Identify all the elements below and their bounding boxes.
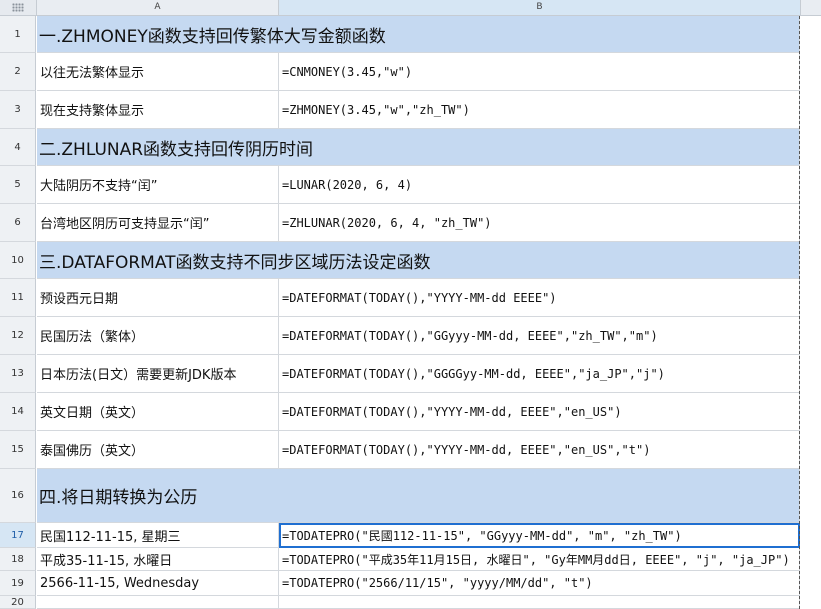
sheet-row: 6 台湾地区阴历可支持显示“闰” =ZHLUNAR(2020, 6, 4, "z… (0, 204, 821, 242)
cell-b[interactable] (279, 596, 800, 609)
sheet-row: 16 四.将日期转换为公历 (0, 469, 821, 523)
sheet-row: 13 日本历法(日文）需要更新JDK版本 =DATEFORMAT(TODAY()… (0, 355, 821, 393)
sheet-row: 17 民国112-11-15, 星期三 =TODATEPRO("民國112-11… (0, 523, 821, 548)
row-number[interactable]: 12 (0, 317, 36, 355)
sheet-row: 2 以往无法繁体显示 =CNMONEY(3.45,"w") (0, 53, 821, 91)
sheet-row: 15 泰国佛历（英文） =DATEFORMAT(TODAY(),"YYYY-MM… (0, 431, 821, 469)
cell-b[interactable]: =DATEFORMAT(TODAY(),"YYYY-MM-dd EEEE") (279, 279, 800, 317)
column-header-b[interactable]: B (279, 0, 801, 15)
cell-a[interactable]: 民国112-11-15, 星期三 (37, 523, 279, 548)
row-number[interactable]: 6 (0, 204, 36, 242)
row-number[interactable]: 5 (0, 166, 36, 204)
cell-a[interactable]: 民国历法（繁体） (37, 317, 279, 355)
sheet-row: 4 二.ZHLUNAR函数支持回传阴历时间 (0, 129, 821, 166)
cell-b[interactable]: =LUNAR(2020, 6, 4) (279, 166, 800, 204)
section-header-cell[interactable]: 二.ZHLUNAR函数支持回传阴历时间 (37, 129, 800, 166)
selected-cell-b[interactable]: =TODATEPRO("民國112-11-15", "GGyyy-MM-dd",… (279, 523, 800, 548)
cell-b[interactable]: =DATEFORMAT(TODAY(),"GGGGyy-MM-dd, EEEE"… (279, 355, 800, 393)
row-number[interactable]: 19 (0, 571, 36, 596)
cell-a[interactable]: 英文日期（英文） (37, 393, 279, 431)
cell-a[interactable]: 预设西元日期 (37, 279, 279, 317)
row-number[interactable]: 18 (0, 548, 36, 571)
row-number[interactable]: 10 (0, 242, 36, 279)
row-number[interactable]: 3 (0, 91, 36, 129)
row-number[interactable]: 17 (0, 523, 36, 548)
column-header-a[interactable]: A (37, 0, 279, 15)
cell-a[interactable]: 台湾地区阴历可支持显示“闰” (37, 204, 279, 242)
section-header-cell[interactable]: 一.ZHMONEY函数支持回传繁体大写金额函数 (37, 16, 800, 53)
row-number[interactable]: 1 (0, 16, 36, 53)
page-break-line (799, 16, 800, 609)
cell-a[interactable]: 泰国佛历（英文） (37, 431, 279, 469)
sheet-row: 11 预设西元日期 =DATEFORMAT(TODAY(),"YYYY-MM-d… (0, 279, 821, 317)
cell-a[interactable]: 以往无法繁体显示 (37, 53, 279, 91)
cell-a[interactable]: 平成35-11-15, 水曜日 (37, 548, 279, 571)
column-header-bar: A B (0, 0, 821, 16)
cell-b[interactable]: =ZHLUNAR(2020, 6, 4, "zh_TW") (279, 204, 800, 242)
row-number[interactable]: 20 (0, 596, 36, 609)
row-number[interactable]: 14 (0, 393, 36, 431)
row-number[interactable]: 13 (0, 355, 36, 393)
cell-a[interactable]: 现在支持繁体显示 (37, 91, 279, 129)
cell-b[interactable]: =TODATEPRO("2566/11/15", "yyyy/MM/dd", "… (279, 571, 800, 596)
sheet-row: 10 三.DATAFORMAT函数支持不同步区域历法设定函数 (0, 242, 821, 279)
sheet-row: 19 2566-11-15, Wednesday =TODATEPRO("256… (0, 571, 821, 596)
sheet-row: 1 一.ZHMONEY函数支持回传繁体大写金额函数 (0, 16, 821, 53)
sheet-row: 18 平成35-11-15, 水曜日 =TODATEPRO("平成35年11月1… (0, 548, 821, 571)
select-all-corner[interactable] (0, 0, 37, 15)
cell-a[interactable]: 2566-11-15, Wednesday (37, 571, 279, 596)
cell-b[interactable]: =DATEFORMAT(TODAY(),"YYYY-MM-dd, EEEE","… (279, 431, 800, 469)
cell-a[interactable]: 日本历法(日文）需要更新JDK版本 (37, 355, 279, 393)
sheet-row: 20 (0, 596, 821, 609)
spreadsheet: A B 1 一.ZHMONEY函数支持回传繁体大写金额函数 2 以往无法繁体显示… (0, 0, 821, 609)
section-header-cell[interactable]: 三.DATAFORMAT函数支持不同步区域历法设定函数 (37, 242, 800, 279)
cell-b[interactable]: =DATEFORMAT(TODAY(),"YYYY-MM-dd, EEEE","… (279, 393, 800, 431)
row-number[interactable]: 16 (0, 469, 36, 523)
cell-b[interactable]: =DATEFORMAT(TODAY(),"GGyyy-MM-dd, EEEE",… (279, 317, 800, 355)
sheet-row: 12 民国历法（繁体） =DATEFORMAT(TODAY(),"GGyyy-M… (0, 317, 821, 355)
cell-b[interactable]: =TODATEPRO("平成35年11月15日, 水曜日", "Gy年MM月dd… (279, 548, 800, 571)
cell-a[interactable] (37, 596, 279, 609)
sheet-row: 14 英文日期（英文） =DATEFORMAT(TODAY(),"YYYY-MM… (0, 393, 821, 431)
cell-b[interactable]: =ZHMONEY(3.45,"w","zh_TW") (279, 91, 800, 129)
cell-a[interactable]: 大陆阴历不支持“闰” (37, 166, 279, 204)
row-number[interactable]: 2 (0, 53, 36, 91)
cell-b[interactable]: =CNMONEY(3.45,"w") (279, 53, 800, 91)
row-number[interactable]: 11 (0, 279, 36, 317)
row-number[interactable]: 4 (0, 129, 36, 166)
sheet-row: 3 现在支持繁体显示 =ZHMONEY(3.45,"w","zh_TW") (0, 91, 821, 129)
section-header-cell[interactable]: 四.将日期转换为公历 (37, 469, 800, 523)
row-number[interactable]: 15 (0, 431, 36, 469)
sheet-row: 5 大陆阴历不支持“闰” =LUNAR(2020, 6, 4) (0, 166, 821, 204)
grid-dots-icon (12, 3, 24, 12)
